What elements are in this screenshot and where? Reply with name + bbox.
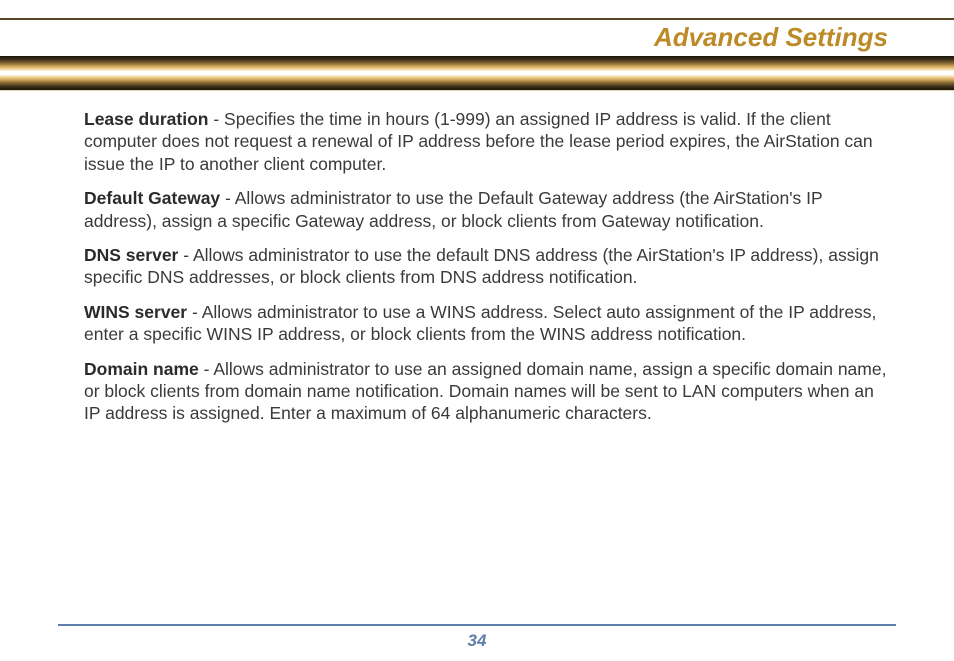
footer-rule xyxy=(58,624,896,626)
definition-term: WINS server xyxy=(84,302,187,322)
definition-term: DNS server xyxy=(84,245,178,265)
definition-item: Domain name - Allows administrator to us… xyxy=(84,358,890,425)
page-title: Advanced Settings xyxy=(0,20,954,56)
page-header: Advanced Settings xyxy=(0,0,954,91)
definition-item: Default Gateway - Allows administrator t… xyxy=(84,187,890,232)
definition-desc: - Allows administrator to use an assigne… xyxy=(84,359,886,424)
definition-term: Default Gateway xyxy=(84,188,225,208)
definitions-list: Lease duration - Specifies the time in h… xyxy=(84,108,890,437)
definition-item: WINS server - Allows administrator to us… xyxy=(84,301,890,346)
definition-term: Domain name xyxy=(84,359,199,379)
definition-desc: - Allows administrator to use the defaul… xyxy=(84,245,879,287)
header-gradient-bar xyxy=(0,56,954,91)
page-number: 34 xyxy=(0,631,954,651)
page: Advanced Settings Lease duration - Speci… xyxy=(0,0,954,661)
definition-item: DNS server - Allows administrator to use… xyxy=(84,244,890,289)
definition-desc: - Allows administrator to use a WINS add… xyxy=(84,302,876,344)
definition-item: Lease duration - Specifies the time in h… xyxy=(84,108,890,175)
definition-term: Lease duration xyxy=(84,109,208,129)
